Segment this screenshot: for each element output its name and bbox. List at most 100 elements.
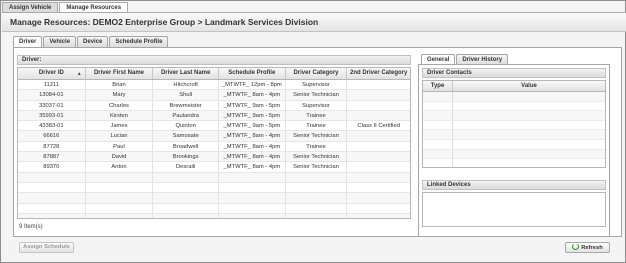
table-cell	[347, 131, 410, 140]
table-row[interactable]: 89370 Anton Desraili _MTWTF_ 8am - 4pm Senio…	[18, 162, 410, 173]
tab-driver[interactable]: Driver	[13, 36, 43, 47]
table-cell	[286, 193, 348, 203]
linked-devices-list	[422, 192, 606, 227]
app-window: Assign Vehicle Manage Resources Manage R…	[0, 0, 626, 263]
table-cell	[347, 183, 410, 192]
table-cell: 66616	[18, 131, 86, 141]
table-cell: _MTWTF_ 12pm - 8pm	[219, 80, 286, 90]
main-tab-bar: Driver Vehicle Device Schedule Profile	[13, 36, 169, 47]
tab-manage-resources[interactable]: Manage Resources	[59, 2, 129, 12]
column-header-value[interactable]: Value	[453, 81, 605, 91]
list-item	[423, 111, 605, 121]
table-cell	[219, 213, 286, 218]
table-cell: Senior Technician	[286, 162, 348, 172]
table-cell	[86, 172, 154, 182]
page-title: Manage Resources: DEMO2 Enterprise Group…	[10, 17, 319, 27]
table-cell: Brian	[86, 80, 154, 90]
table-row[interactable]: 66616 Lucian Samosate _MTWTF_ 8am - 4pm Seni…	[18, 131, 410, 142]
column-header-schedule-profile[interactable]: Schedule Profile	[219, 68, 286, 79]
table-cell	[153, 213, 219, 218]
list-item	[423, 159, 605, 167]
table-cell: _MTWTF_ 8am - 4pm	[219, 152, 286, 162]
table-cell	[347, 162, 410, 171]
driver-table-header: Driver ID ▲ Driver First Name Driver Last…	[18, 68, 410, 80]
tab-assign-vehicle[interactable]: Assign Vehicle	[2, 2, 59, 12]
table-cell: _MTWTF_ 8am - 4pm	[219, 90, 286, 100]
assign-schedule-button[interactable]: Assign Schedule	[19, 242, 74, 253]
list-item	[423, 139, 605, 150]
table-cell	[153, 203, 219, 213]
table-row[interactable]: 43383-01 James Quinton _MTWTF_ 9am - 5pm Tra…	[18, 121, 410, 132]
table-cell	[219, 193, 286, 203]
table-cell	[153, 182, 219, 193]
table-cell: 33037-01	[18, 100, 86, 110]
table-cell: Supervisor	[286, 100, 348, 110]
column-header-driver-id[interactable]: Driver ID ▲	[18, 68, 86, 79]
table-cell: Trainee	[286, 110, 348, 121]
driver-contacts-header: Driver Contacts	[422, 68, 606, 78]
table-cell	[86, 203, 154, 213]
column-header-2nd-driver-category[interactable]: 2nd Driver Category	[347, 68, 410, 79]
table-cell: Samosate	[153, 131, 219, 141]
sort-up-icon: ▲	[76, 71, 82, 77]
table-row[interactable]: 35993-01 Kirsten Paulandra _MTWTF_ 9am - 5p…	[18, 110, 410, 122]
table-cell: Brookings	[153, 152, 219, 162]
column-header-last-name[interactable]: Driver Last Name	[153, 68, 219, 79]
table-cell	[286, 182, 348, 193]
table-cell: Brewmeister	[153, 100, 219, 110]
table-cell: Class II Certified	[357, 123, 400, 130]
table-cell: Senior Technician	[286, 131, 348, 141]
table-cell	[347, 80, 410, 89]
table-cell: 43383-01	[18, 121, 86, 131]
table-cell: Broadwell	[153, 141, 219, 152]
refresh-button-label: Refresh	[581, 245, 603, 251]
item-count: 9 Item(s)	[19, 224, 43, 230]
tab-vehicle[interactable]: Vehicle	[43, 36, 77, 47]
driver-contacts-table: Type Value	[422, 80, 606, 168]
table-row[interactable]: 87887 David Brookings _MTWTF_ 8am - 4pm Seni…	[18, 152, 410, 163]
table-row	[18, 193, 410, 204]
table-cell: 87728	[18, 141, 86, 152]
table-cell	[347, 142, 410, 151]
table-cell: Shull	[153, 90, 219, 100]
table-cell: Anton	[86, 162, 154, 172]
table-cell: Hitchcroft	[153, 80, 219, 90]
table-cell	[347, 204, 410, 213]
table-row[interactable]: 13084-01 Mary Shull _MTWTF_ 8am - 4pm Senior…	[18, 90, 410, 101]
table-cell: _MTWTF_ 8am - 4pm	[219, 162, 286, 172]
column-header-first-name[interactable]: Driver First Name	[86, 68, 154, 79]
table-cell	[286, 203, 348, 213]
table-cell: Senior Technician	[286, 152, 348, 162]
column-header-type[interactable]: Type	[423, 81, 453, 91]
table-cell: Lucian	[86, 131, 154, 141]
table-cell: _MTWTF_ 8am - 4pm	[219, 141, 286, 152]
table-cell: 89370	[18, 162, 86, 172]
table-cell: Paulandra	[153, 110, 219, 121]
table-row[interactable]: 33037-01 Charles Brewmeister _MTWTF_ 9am - …	[18, 100, 410, 111]
table-cell: Trainee	[286, 141, 348, 152]
table-cell	[286, 172, 348, 182]
table-row[interactable]: 87728 Paul Broadwell _MTWTF_ 8am - 4pm Train…	[18, 141, 410, 153]
refresh-button[interactable]: Refresh	[565, 242, 610, 253]
table-cell	[219, 203, 286, 213]
table-cell: Supervisor	[286, 80, 348, 90]
table-cell	[18, 193, 86, 203]
table-cell: Paul	[86, 141, 154, 152]
driver-table-body: 11211 Brian Hitchcroft _MTWTF_ 12pm - 8pm Su…	[18, 80, 410, 218]
table-cell: _MTWTF_ 9am - 5pm	[219, 121, 286, 131]
list-item	[423, 120, 605, 131]
table-cell: James	[86, 121, 154, 131]
tab-device[interactable]: Device	[77, 36, 109, 47]
table-cell: David	[86, 152, 154, 162]
column-header-driver-category[interactable]: Driver Category	[286, 68, 348, 79]
tab-schedule-profile[interactable]: Schedule Profile	[109, 36, 169, 47]
table-cell: 35993-01	[18, 110, 86, 121]
table-cell	[347, 101, 410, 110]
table-cell: _MTWTF_ 8am - 4pm	[219, 131, 286, 141]
table-cell	[347, 90, 410, 99]
table-cell: Mary	[86, 90, 154, 100]
table-cell	[18, 172, 86, 182]
table-row[interactable]: 11211 Brian Hitchcroft _MTWTF_ 12pm - 8pm Su…	[18, 80, 410, 91]
table-cell	[347, 111, 410, 120]
table-row	[18, 213, 410, 218]
